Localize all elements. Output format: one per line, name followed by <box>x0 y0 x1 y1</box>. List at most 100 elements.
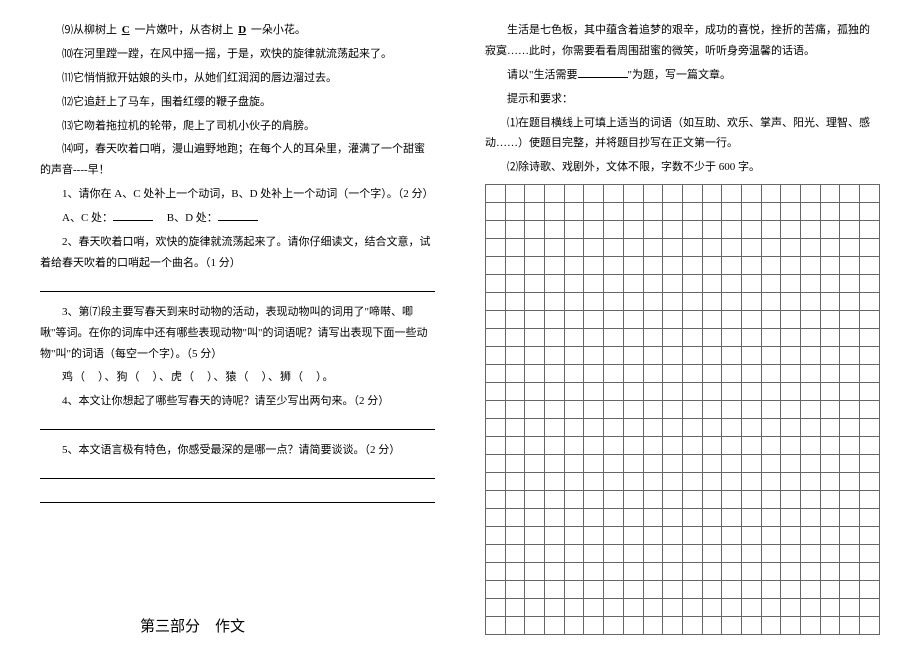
grid-cell[interactable] <box>820 221 840 239</box>
grid-cell[interactable] <box>722 347 742 365</box>
grid-cell[interactable] <box>840 545 860 563</box>
grid-cell[interactable] <box>722 401 742 419</box>
grid-cell[interactable] <box>702 563 722 581</box>
grid-cell[interactable] <box>781 509 801 527</box>
grid-cell[interactable] <box>663 365 683 383</box>
grid-cell[interactable] <box>722 221 742 239</box>
grid-cell[interactable] <box>741 419 761 437</box>
grid-cell[interactable] <box>604 257 624 275</box>
grid-cell[interactable] <box>702 365 722 383</box>
grid-cell[interactable] <box>702 473 722 491</box>
grid-cell[interactable] <box>702 509 722 527</box>
grid-cell[interactable] <box>761 455 781 473</box>
grid-cell[interactable] <box>860 365 880 383</box>
grid-cell[interactable] <box>682 293 702 311</box>
grid-cell[interactable] <box>840 311 860 329</box>
grid-cell[interactable] <box>722 527 742 545</box>
grid-cell[interactable] <box>781 293 801 311</box>
grid-cell[interactable] <box>860 491 880 509</box>
grid-cell[interactable] <box>525 419 545 437</box>
grid-cell[interactable] <box>820 617 840 635</box>
grid-cell[interactable] <box>702 437 722 455</box>
grid-cell[interactable] <box>840 365 860 383</box>
grid-cell[interactable] <box>761 239 781 257</box>
grid-cell[interactable] <box>682 509 702 527</box>
grid-cell[interactable] <box>604 293 624 311</box>
grid-cell[interactable] <box>623 581 643 599</box>
grid-cell[interactable] <box>525 311 545 329</box>
grid-cell[interactable] <box>584 383 604 401</box>
grid-cell[interactable] <box>643 545 663 563</box>
grid-cell[interactable] <box>623 401 643 419</box>
grid-cell[interactable] <box>761 293 781 311</box>
grid-cell[interactable] <box>741 311 761 329</box>
grid-cell[interactable] <box>505 401 525 419</box>
grid-cell[interactable] <box>722 509 742 527</box>
grid-cell[interactable] <box>623 455 643 473</box>
grid-cell[interactable] <box>564 491 584 509</box>
grid-cell[interactable] <box>525 473 545 491</box>
grid-cell[interactable] <box>604 275 624 293</box>
grid-cell[interactable] <box>702 257 722 275</box>
grid-cell[interactable] <box>781 473 801 491</box>
grid-cell[interactable] <box>741 437 761 455</box>
grid-cell[interactable] <box>860 599 880 617</box>
grid-cell[interactable] <box>545 491 565 509</box>
grid-cell[interactable] <box>604 563 624 581</box>
grid-cell[interactable] <box>623 239 643 257</box>
grid-cell[interactable] <box>801 221 821 239</box>
grid-cell[interactable] <box>525 455 545 473</box>
grid-cell[interactable] <box>564 275 584 293</box>
grid-cell[interactable] <box>702 311 722 329</box>
grid-cell[interactable] <box>741 257 761 275</box>
grid-cell[interactable] <box>623 185 643 203</box>
grid-cell[interactable] <box>584 563 604 581</box>
grid-cell[interactable] <box>801 599 821 617</box>
grid-cell[interactable] <box>781 185 801 203</box>
grid-cell[interactable] <box>643 185 663 203</box>
grid-cell[interactable] <box>761 617 781 635</box>
grid-cell[interactable] <box>505 437 525 455</box>
grid-cell[interactable] <box>525 599 545 617</box>
grid-cell[interactable] <box>840 257 860 275</box>
grid-cell[interactable] <box>741 581 761 599</box>
grid-cell[interactable] <box>781 545 801 563</box>
grid-cell[interactable] <box>860 383 880 401</box>
grid-cell[interactable] <box>801 455 821 473</box>
grid-cell[interactable] <box>564 185 584 203</box>
grid-cell[interactable] <box>840 527 860 545</box>
grid-cell[interactable] <box>840 203 860 221</box>
grid-cell[interactable] <box>525 293 545 311</box>
grid-cell[interactable] <box>545 347 565 365</box>
grid-cell[interactable] <box>781 347 801 365</box>
grid-cell[interactable] <box>643 311 663 329</box>
grid-cell[interactable] <box>663 257 683 275</box>
grid-cell[interactable] <box>564 221 584 239</box>
grid-cell[interactable] <box>741 563 761 581</box>
grid-cell[interactable] <box>801 401 821 419</box>
grid-cell[interactable] <box>643 491 663 509</box>
grid-cell[interactable] <box>525 185 545 203</box>
grid-cell[interactable] <box>584 239 604 257</box>
grid-cell[interactable] <box>545 365 565 383</box>
grid-cell[interactable] <box>722 185 742 203</box>
grid-cell[interactable] <box>781 581 801 599</box>
grid-cell[interactable] <box>584 185 604 203</box>
grid-cell[interactable] <box>860 347 880 365</box>
grid-cell[interactable] <box>702 527 722 545</box>
grid-cell[interactable] <box>663 293 683 311</box>
grid-cell[interactable] <box>682 221 702 239</box>
grid-cell[interactable] <box>623 275 643 293</box>
grid-cell[interactable] <box>623 437 643 455</box>
essay-title-blank[interactable] <box>578 77 628 78</box>
grid-cell[interactable] <box>741 185 761 203</box>
grid-cell[interactable] <box>781 221 801 239</box>
grid-cell[interactable] <box>840 185 860 203</box>
grid-cell[interactable] <box>486 617 506 635</box>
answer-blank-bd[interactable] <box>218 220 258 221</box>
grid-cell[interactable] <box>682 347 702 365</box>
grid-cell[interactable] <box>801 239 821 257</box>
grid-cell[interactable] <box>702 275 722 293</box>
grid-cell[interactable] <box>604 347 624 365</box>
grid-cell[interactable] <box>564 401 584 419</box>
